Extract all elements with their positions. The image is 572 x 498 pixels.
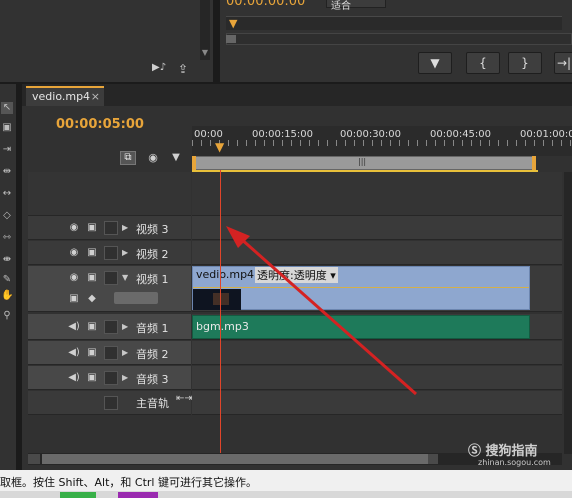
annotation-arrow <box>226 226 417 396</box>
taskbar-app-purple[interactable] <box>118 492 158 498</box>
status-text: 取框。按住 Shift、Alt，和 Ctrl 键可进行其它操作。 <box>0 476 257 489</box>
watermark-text: 搜狗指南 <box>485 444 538 459</box>
taskbar-app-green[interactable] <box>60 492 96 498</box>
sogou-logo-icon: Ⓢ <box>468 444 482 459</box>
watermark-brand: Ⓢ 搜狗指南 <box>468 440 538 459</box>
status-bar: 取框。按住 Shift、Alt，和 Ctrl 键可进行其它操作。 <box>0 470 572 498</box>
watermark-url: zhinan.sogou.com <box>478 458 551 467</box>
arrow-shaft <box>239 236 417 396</box>
